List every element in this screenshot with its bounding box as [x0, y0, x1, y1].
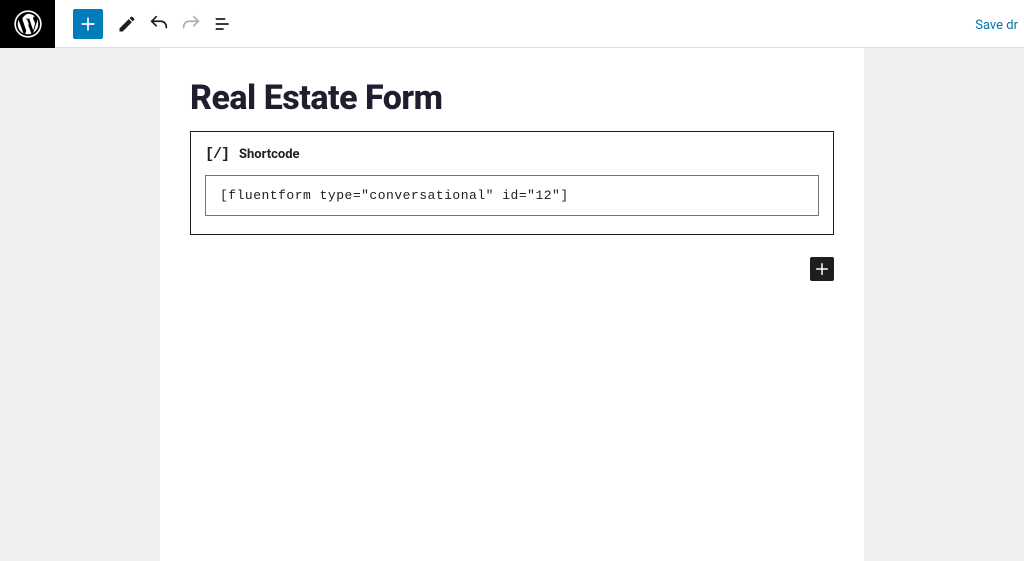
- block-wrapper: [/] Shortcode: [160, 131, 864, 235]
- shortcode-input[interactable]: [205, 175, 819, 216]
- editor-toolbar: Save dr: [0, 0, 1024, 48]
- list-view-icon: [213, 14, 233, 34]
- block-inserter-button[interactable]: [73, 9, 103, 39]
- redo-button[interactable]: [177, 10, 205, 38]
- redo-icon: [180, 13, 202, 35]
- shortcode-block-label: Shortcode: [239, 147, 300, 162]
- shortcode-icon: [/]: [205, 146, 229, 163]
- shortcode-block-header: [/] Shortcode: [205, 146, 819, 163]
- plus-icon: [78, 14, 98, 34]
- undo-button[interactable]: [145, 10, 173, 38]
- editor-canvas: Real Estate Form [/] Shortcode: [160, 48, 864, 561]
- undo-icon: [148, 13, 170, 35]
- editor-canvas-scroll[interactable]: Real Estate Form [/] Shortcode: [0, 48, 1024, 561]
- toolbar-left-group: [55, 9, 237, 39]
- add-block-button[interactable]: [810, 257, 834, 281]
- plus-icon: [813, 260, 831, 278]
- post-title[interactable]: Real Estate Form: [160, 48, 864, 131]
- save-draft-link[interactable]: Save dr: [975, 18, 1018, 33]
- shortcode-block[interactable]: [/] Shortcode: [190, 131, 834, 235]
- pencil-icon: [117, 14, 137, 34]
- wordpress-logo-button[interactable]: [0, 0, 55, 48]
- document-overview-button[interactable]: [209, 10, 237, 38]
- toolbar-right-group: Save dr: [975, 14, 1024, 33]
- wordpress-icon: [14, 10, 42, 38]
- tools-button[interactable]: [113, 10, 141, 38]
